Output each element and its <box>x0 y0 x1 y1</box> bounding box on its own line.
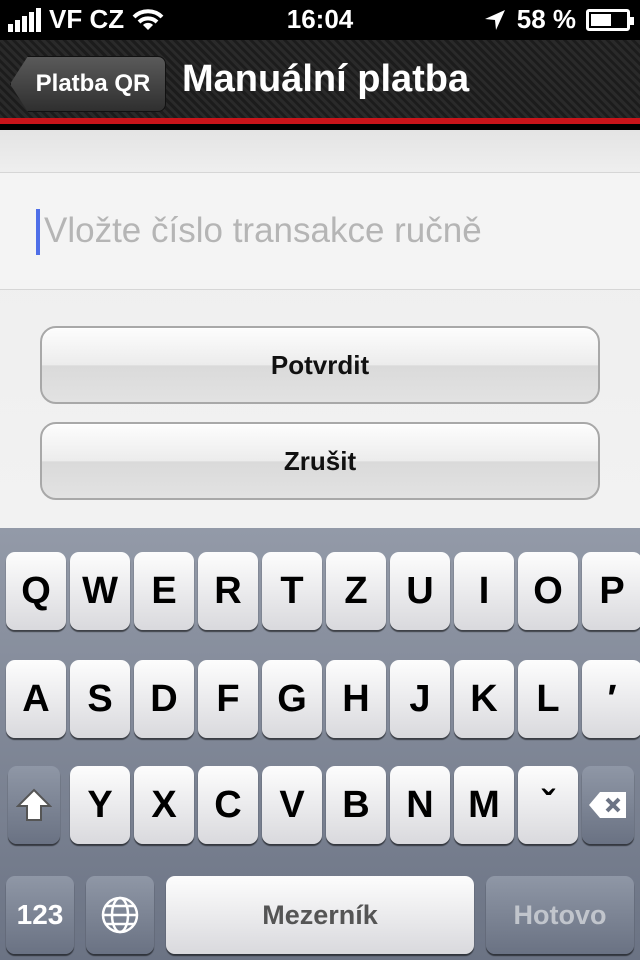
key-7-row3[interactable]: M <box>454 766 514 844</box>
key-2-row3[interactable]: X <box>134 766 194 844</box>
confirm-button[interactable]: Potvrdit <box>40 326 600 404</box>
main-content: Vložte číslo transakce ručně Potvrdit Zr… <box>0 130 640 528</box>
key-5-row3[interactable]: B <box>326 766 386 844</box>
key-10-row2[interactable]: ′ <box>582 660 640 738</box>
battery-percent: 58 % <box>516 4 576 34</box>
battery-icon <box>586 8 634 31</box>
location-arrow-icon <box>484 9 505 30</box>
key-2-row1[interactable]: W <box>70 552 130 630</box>
globe-icon[interactable] <box>86 876 154 954</box>
numbers-key[interactable]: 123 <box>6 876 74 954</box>
key-3-row1[interactable]: E <box>134 552 194 630</box>
done-key[interactable]: Hotovo <box>486 876 634 954</box>
key-1-row1[interactable]: Q <box>6 552 66 630</box>
key-7-row2[interactable]: J <box>390 660 450 738</box>
shift-icon[interactable] <box>8 766 60 844</box>
text-caret <box>36 209 40 255</box>
key-1-row3[interactable]: Y <box>70 766 130 844</box>
key-2-row2[interactable]: S <box>70 660 130 738</box>
input-placeholder: Vložte číslo transakce ručně <box>44 211 482 250</box>
navigation-bar: Platba QR Manuální platba <box>0 40 640 124</box>
key-4-row3[interactable]: V <box>262 766 322 844</box>
key-7-row1[interactable]: U <box>390 552 450 630</box>
key-1-row2[interactable]: A <box>6 660 66 738</box>
key-10-row1[interactable]: P <box>582 552 640 630</box>
key-6-row3[interactable]: N <box>390 766 450 844</box>
page-title: Manuální platba <box>182 58 470 100</box>
key-9-row1[interactable]: O <box>518 552 578 630</box>
keyboard: 123 Mezerník Hotovo Q W E R T Z U I O P A S D F G H J K L ′… <box>0 528 640 960</box>
key-8-row1[interactable]: I <box>454 552 514 630</box>
key-9-row2[interactable]: L <box>518 660 578 738</box>
key-5-row1[interactable]: T <box>262 552 322 630</box>
key-5-row2[interactable]: G <box>262 660 322 738</box>
battery-fill <box>591 13 611 26</box>
key-6-row1[interactable]: Z <box>326 552 386 630</box>
key-3-row3[interactable]: C <box>198 766 258 844</box>
key-8-row2[interactable]: K <box>454 660 514 738</box>
backspace-icon[interactable] <box>582 766 634 844</box>
key-8-row3[interactable]: ˇ <box>518 766 578 844</box>
cancel-button[interactable]: Zrušit <box>40 422 600 500</box>
back-button[interactable]: Platba QR <box>10 56 166 112</box>
key-4-row2[interactable]: F <box>198 660 258 738</box>
space-key[interactable]: Mezerník <box>166 876 474 954</box>
key-3-row2[interactable]: D <box>134 660 194 738</box>
key-4-row1[interactable]: R <box>198 552 258 630</box>
transaction-number-input[interactable]: Vložte číslo transakce ručně <box>0 172 640 290</box>
status-bar: VF CZ 16:04 58 % <box>0 0 640 40</box>
key-6-row2[interactable]: H <box>326 660 386 738</box>
